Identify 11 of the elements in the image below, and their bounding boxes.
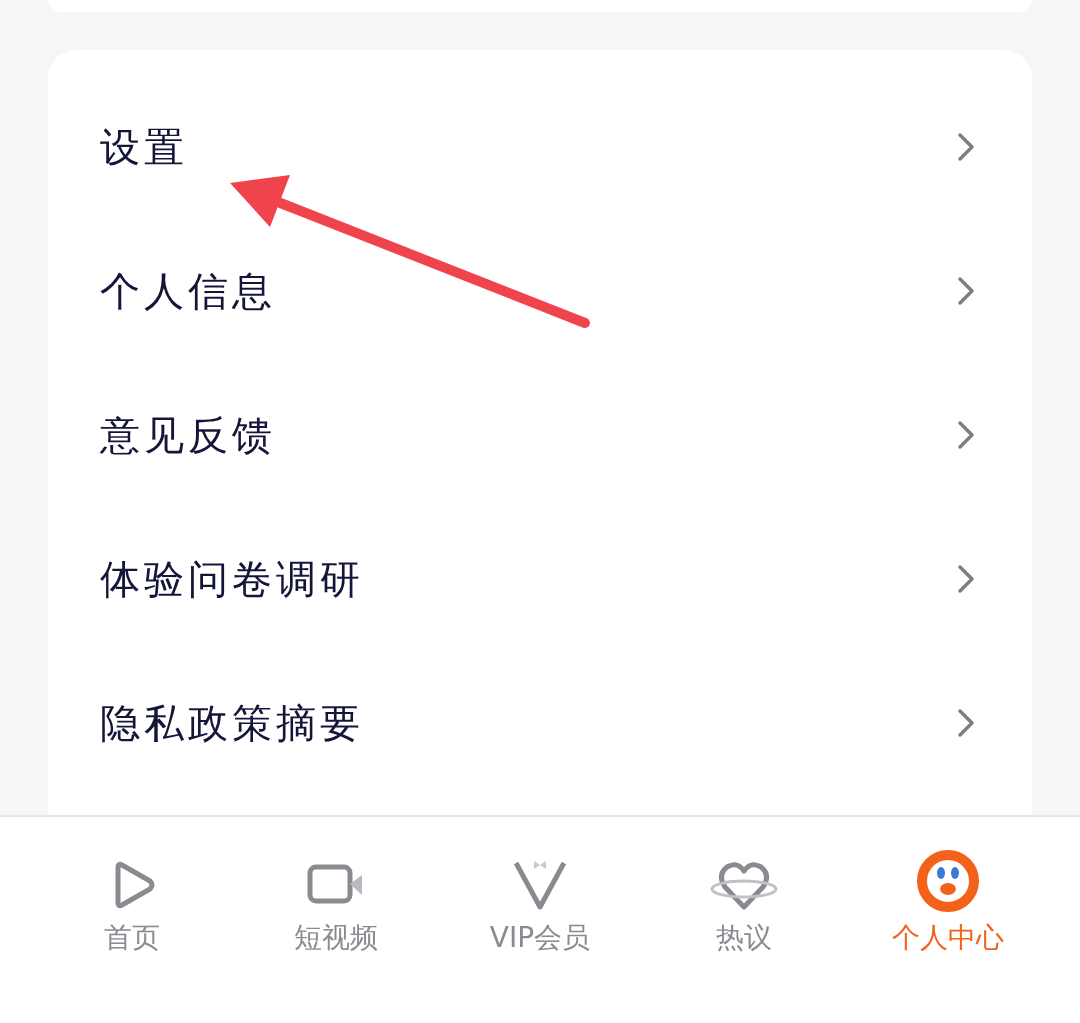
menu-item[interactable]: 意见反馈 (48, 363, 1032, 507)
chevron-icon (956, 131, 976, 163)
menu-item[interactable]: 个人信息 (48, 219, 1032, 363)
chevron-icon (956, 275, 976, 307)
menu-item[interactable]: 设置 (48, 75, 1032, 219)
menu-item[interactable]: 体验问卷调研 (48, 507, 1032, 651)
chevron-icon (956, 563, 976, 595)
smiley-face-icon (916, 849, 980, 913)
chevron-icon (956, 707, 976, 739)
menu-item[interactable]: 隐私政策摘要 (48, 651, 1032, 795)
chevron-icon (956, 419, 976, 451)
